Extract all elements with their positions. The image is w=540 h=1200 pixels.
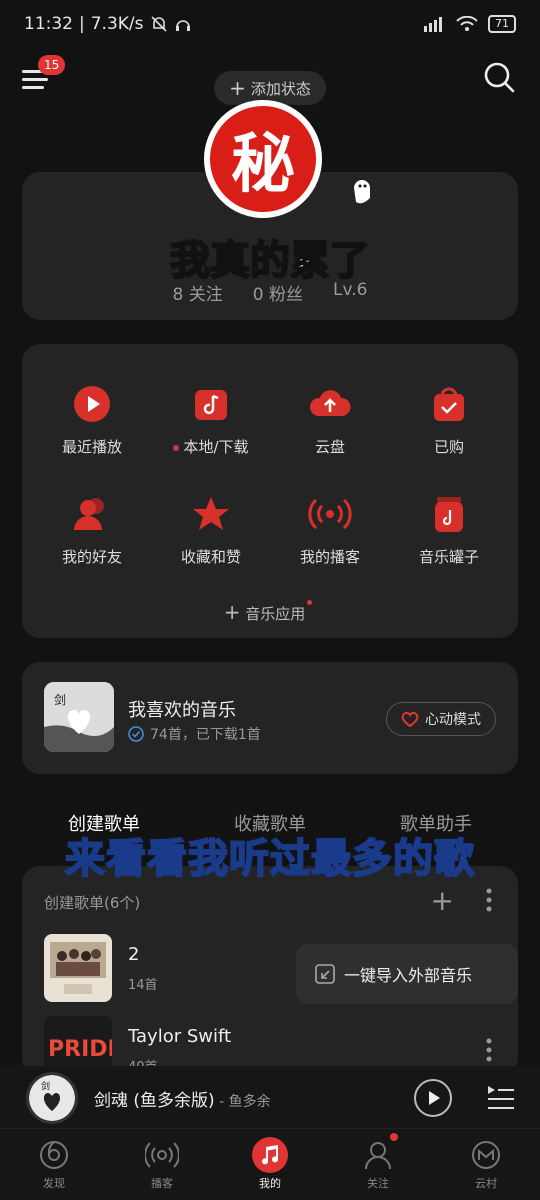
plus-icon: + [229,76,246,100]
play-button[interactable] [414,1079,452,1117]
menu-badge: 15 [38,55,66,75]
battery-indicator: 71 [488,15,516,33]
more-vertical-icon[interactable] [486,888,492,912]
ghost-sticker-icon [354,180,370,204]
liked-music-title: 我喜欢的音乐 [128,700,236,721]
liked-music-subtitle: 74首，已下载1首 [128,724,261,744]
feature-purchased[interactable]: 已购 [389,382,509,457]
feature-favorites[interactable]: 收藏和赞 [151,492,271,567]
new-dot [173,444,180,451]
music-box-icon [195,390,227,420]
music-apps-button[interactable]: + 音乐应用 [22,600,518,624]
shopping-bag-icon [434,387,464,421]
play-icon [429,1091,440,1105]
more-vertical-icon[interactable] [486,1038,492,1062]
broadcast-icon [308,498,352,530]
play-circle-icon [74,386,110,422]
now-playing-cover: 剑 [26,1072,78,1124]
features-grid: 最近播放 本地/下载 云盘 已购 我的好友 收藏和赞 我的播客 音乐罐子 + 音… [22,344,518,638]
video-caption-overlay: 来看看我听过最多的歌 [64,835,475,883]
add-status-label: 添加状态 [250,79,311,98]
now-playing-artist: - 鱼多余 [214,1094,271,1110]
disc-cover-icon: 剑 [29,1075,75,1121]
playlist-cover-image-icon [44,934,112,1002]
import-icon [315,964,335,984]
heart-cover-icon: 剑 [44,682,114,752]
follow-notification-dot [390,1133,398,1141]
new-dot [307,600,313,605]
plus-icon: + [223,600,241,624]
heart-icon [401,711,419,727]
heart-mode-button[interactable]: 心动模式 [386,702,496,736]
bottom-nav: 发现 播客 我的 关注 云村 [0,1128,540,1200]
signal-icon [424,17,442,32]
nav-podcast[interactable]: 播客 [108,1129,216,1200]
nav-follow[interactable]: 关注 [324,1129,432,1200]
add-playlist-icon[interactable]: + [431,884,454,917]
nav-cloud-village[interactable]: 云村 [432,1129,540,1200]
svg-text:剑: 剑 [41,1080,50,1092]
nickname: 我真的累了 [169,237,371,285]
feature-recent-play[interactable]: 最近播放 [32,382,152,457]
status-bar: 11:32 | 7.3K/s 71 [0,0,540,48]
import-external-music-button[interactable]: 一键导入外部音乐 [296,944,518,1004]
liked-music-card[interactable]: 剑 我喜欢的音乐 74首，已下载1首 心动模式 [22,662,518,774]
nav-discover[interactable]: 发现 [0,1129,108,1200]
svg-text:PRIDE: PRIDE [48,1037,112,1062]
status-time: 11:32 [24,14,73,34]
playlist-count: 14首 [128,978,158,993]
mute-bell-icon [150,16,167,32]
playlist-name: Taylor Swift [128,1026,232,1047]
nav-mine[interactable]: 我的 [216,1129,324,1200]
feature-friends[interactable]: 我的好友 [32,492,152,567]
friends-icon [74,498,104,530]
secret-stamp-text: 秘 [231,127,295,202]
cloud-village-icon [472,1141,500,1169]
playlist-cover [44,934,112,1002]
feature-cloud-disk[interactable]: 云盘 [270,382,390,457]
feature-music-jar[interactable]: 音乐罐子 [389,492,509,567]
podcast-icon [145,1142,179,1168]
check-circle-icon [128,726,144,742]
svg-text:剑: 剑 [54,692,66,707]
playlist-name: 2 [128,944,140,965]
wifi-icon [456,16,478,31]
avatar[interactable]: 秘 [204,100,322,218]
created-playlists-header: 创建歌单(6个) [44,894,141,912]
cloud-upload-icon [309,390,351,416]
feature-local-download[interactable]: 本地/下载 [151,382,271,457]
feature-podcast[interactable]: 我的播客 [270,492,390,567]
playlist-queue-icon[interactable] [486,1082,516,1112]
status-net-speed: 7.3K/s [90,14,144,34]
music-jar-icon [435,497,463,532]
headset-icon [175,20,190,31]
mini-player[interactable]: 剑 剑魂 (鱼多余版) - 鱼多余 [0,1066,540,1128]
follow-person-icon [365,1142,391,1170]
music-note-active-icon [252,1137,288,1173]
star-icon [193,497,229,530]
liked-music-cover: 剑 [44,682,114,752]
discover-icon [40,1141,68,1169]
now-playing-title: 剑魂 (鱼多余版) - 鱼多余 [94,1091,271,1111]
search-icon[interactable] [482,60,516,94]
